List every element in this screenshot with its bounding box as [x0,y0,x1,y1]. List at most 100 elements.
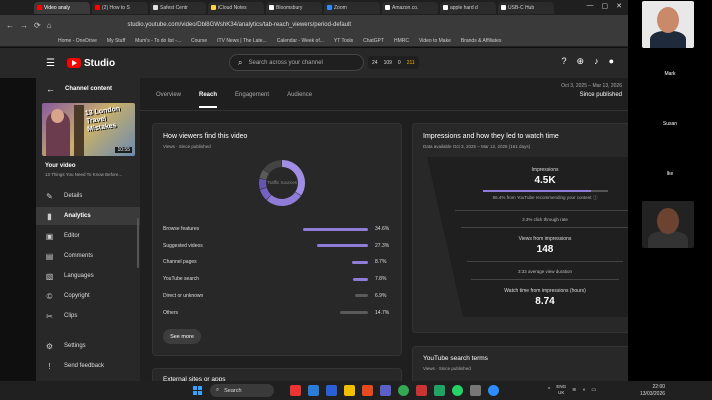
sidebar-item-send-feedback[interactable]: ! Send feedback [36,357,140,375]
forward-arrow-icon[interactable]: → [20,21,28,30]
traffic-source-row[interactable]: YouTube search 7.8% [163,274,391,284]
extension-toolbar[interactable]: 24 109 0 211 [368,56,419,69]
bookmark-item[interactable]: Brands & Affiliates [461,38,502,44]
bookmark-item[interactable]: ChatGPT [363,38,384,44]
traffic-donut-chart[interactable]: Traffic Sources [258,159,306,207]
hamburger-menu-icon[interactable]: ☰ [46,58,55,69]
tray-chevron-icon[interactable]: ^ [548,387,550,393]
traffic-source-row[interactable]: Others 14.7% [163,308,391,318]
traffic-source-row[interactable]: Browse features 34.6% [163,224,391,234]
traffic-source-row[interactable]: Direct or unknown 6.9% [163,291,391,301]
bookmark-item[interactable]: ITV News | The Late... [217,38,267,44]
close-icon[interactable]: ✕ [616,2,622,10]
back-arrow-icon[interactable]: ← [6,21,14,30]
browser-tab[interactable]: Zoom [324,1,380,14]
tab-engagement[interactable]: Engagement [235,92,269,108]
sidebar-item-icon: ▤ [45,251,54,261]
url-field[interactable]: studio.youtube.com/video/Dbl8GWshK34/ana… [128,22,351,28]
sidebar-item-copyright[interactable]: © Copyright [36,287,140,305]
traffic-source-row[interactable]: Suggested videos 27.3% [163,241,391,251]
reload-icon[interactable]: ⟳ [34,21,41,30]
views-block[interactable]: Views from impressions 148 [470,236,620,255]
bookmark-item[interactable]: Video to Make [419,38,451,44]
minimize-icon[interactable]: — [587,2,594,10]
self-camera-tile[interactable] [642,1,694,48]
browser-tab[interactable]: (2) How to S [92,1,148,14]
sidebar-item-clips[interactable]: ✂ Clips [36,307,140,325]
sidebar-item-editor[interactable]: ▣ Editor [36,227,140,245]
video-thumbnail[interactable]: 13 London Travel Mistakes 10:55 [42,103,135,156]
whatsapp-icon[interactable] [452,385,463,396]
app-icon-excel[interactable] [434,385,445,396]
wifi-icon[interactable]: ≋ [572,387,576,393]
language-indicator[interactable]: ENG UK [556,384,566,396]
browser-tab[interactable]: USB-C Hub [498,1,554,14]
browser-tab-label: iCloud Notes [218,4,247,11]
traffic-source-label: Direct or unknown [163,292,204,299]
sidebar-item-label: Editor [64,233,80,239]
browser-tab[interactable]: Safest Centr [150,1,206,14]
browser-tab[interactable]: Video analy [34,1,90,14]
bookmark-item[interactable]: HMRC [394,38,409,44]
back-arrow-icon[interactable]: ← [46,84,55,94]
maximize-icon[interactable]: ▢ [602,2,609,10]
app-icon-outlook[interactable] [308,385,319,396]
browser-tab[interactable]: Bloomsbury [266,1,322,14]
tab-favicon-icon [327,5,332,10]
app-icon-powerpoint[interactable] [362,385,373,396]
app-icon-acrobat[interactable] [416,385,427,396]
search-terms-card: YouTube search terms Views · Since publi… [412,346,662,386]
sidebar-item-comments[interactable]: ▤ Comments [36,247,140,265]
participant-camera-tile[interactable] [642,201,694,248]
info-icon[interactable]: ⓘ [593,195,598,200]
system-tray: ^ ENG UK ≋ ◖ ▭ [548,384,596,396]
home-icon[interactable]: ⌂ [47,21,52,30]
tab-favicon-icon [95,5,100,10]
app-icon-settings[interactable] [470,385,481,396]
sidebar-item-languages[interactable]: ▧ Languages [36,267,140,285]
traffic-source-label: Suggested videos [163,242,203,249]
browser-tab[interactable]: iCloud Notes [208,1,264,14]
account-avatar-icon[interactable]: ● [609,56,614,67]
see-more-button[interactable]: See more [163,329,201,344]
search-input[interactable]: ⌕ Search across your channel [229,54,364,71]
bookmark-item[interactable]: Mum's - To do list -... [135,38,181,44]
watch-time-block[interactable]: Watch time from impressions (hours) 8.74 [475,288,615,307]
chrome-icon[interactable] [398,385,409,396]
battery-icon[interactable]: ▭ [591,387,596,393]
studio-logo[interactable]: Studio [66,58,115,69]
sidebar-item-details[interactable]: ✎ Details [36,187,140,205]
zoom-icon[interactable] [488,385,499,396]
app-icon-red[interactable] [290,385,301,396]
browser-tab[interactable]: Amazon.co. [382,1,438,14]
bookmark-item[interactable]: Calendar - Week of... [277,38,324,44]
file-explorer-icon[interactable] [344,385,355,396]
views-label: Views from impressions [518,236,572,242]
tab-audience[interactable]: Audience [287,92,312,108]
bookmark-item[interactable]: Course [191,38,207,44]
bookmark-item[interactable]: YT Tools [334,38,353,44]
taskbar-search[interactable]: ⌕ Search [210,384,274,397]
sidebar-item-analytics[interactable]: ▮ Analytics [36,207,140,225]
sidebar-item-label: Details [64,193,83,199]
tab-overview[interactable]: Overview [156,92,181,108]
help-icon[interactable]: ? [562,56,567,67]
app-icon-word[interactable] [326,385,337,396]
volume-icon[interactable]: ◖ [582,387,585,393]
date-range-picker[interactable]: Oct 3, 2025 – Mar 13, 2026 Since publish… [561,83,622,98]
bookmark-item[interactable]: My Stuff [107,38,125,44]
app-icon-teams[interactable] [380,385,391,396]
windows-start-icon[interactable] [193,386,202,395]
tab-reach[interactable]: Reach [199,92,218,108]
sidebar-scrollbar[interactable] [137,218,139,268]
channel-content-link[interactable]: Channel content [65,86,112,92]
sidebar-item-settings[interactable]: ⚙ Settings [36,337,140,355]
bookmark-item[interactable]: Home - OneDrive [58,38,97,44]
traffic-source-row[interactable]: Channel pages 8.7% [163,257,391,267]
notifications-icon[interactable]: ♪ [594,56,599,67]
create-icon[interactable]: ⊕ [577,56,585,67]
impressions-block[interactable]: Impressions 4.5K 86.4% from YouTube reco… [455,167,635,201]
address-bar: ← → ⟳ ⌂ studio.youtube.com/video/Dbl8GWs… [0,15,628,35]
browser-tab[interactable]: apple hard d [440,1,496,14]
clock[interactable]: 22:00 13/03/2026 [640,384,665,398]
